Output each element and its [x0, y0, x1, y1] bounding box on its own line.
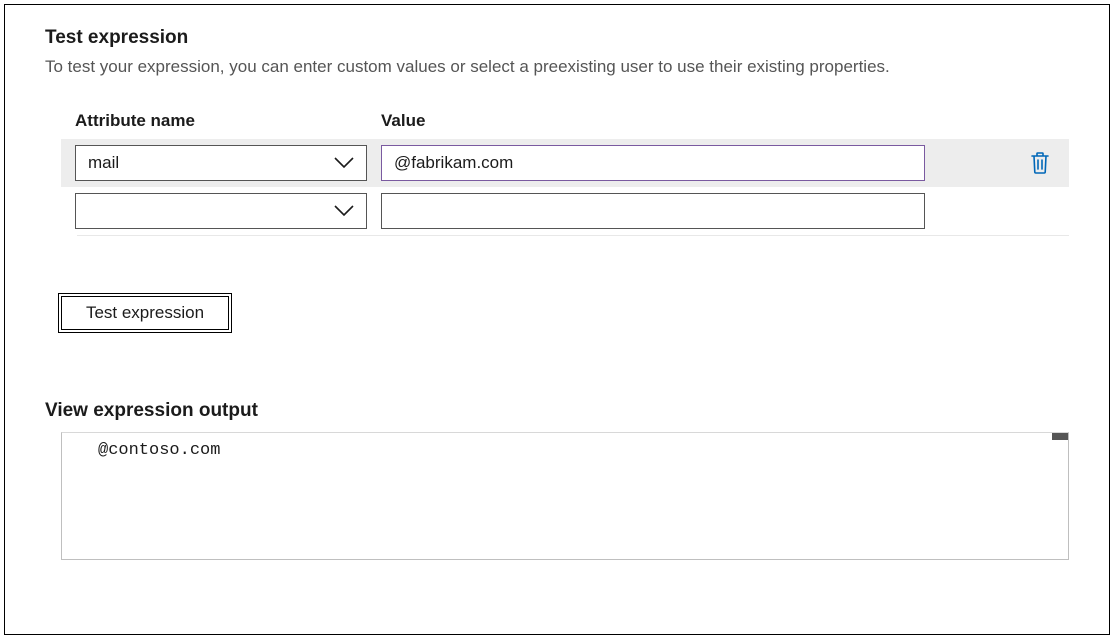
column-header-value: Value [381, 111, 425, 131]
table-header-row: Attribute name Value [61, 111, 1069, 139]
row-actions [925, 151, 1059, 175]
table-row: mail [61, 139, 1069, 187]
column-header-attribute: Attribute name [75, 111, 381, 131]
dropdown-selected-value: mail [88, 153, 334, 173]
value-input[interactable] [381, 193, 925, 229]
value-input[interactable] [381, 145, 925, 181]
output-value: @contoso.com [98, 441, 220, 460]
trash-icon[interactable] [1029, 151, 1051, 175]
output-section-title: View expression output [45, 400, 1069, 422]
table-row [61, 187, 1069, 235]
scrollbar-thumb[interactable] [1052, 433, 1068, 440]
attribute-dropdown[interactable] [75, 193, 367, 229]
row-divider [77, 235, 1069, 236]
chevron-down-icon [334, 157, 354, 169]
attribute-dropdown[interactable]: mail [75, 145, 367, 181]
test-expression-button[interactable]: Test expression [61, 296, 229, 330]
expression-output[interactable]: @contoso.com [61, 432, 1069, 560]
attribute-table: Attribute name Value mail [61, 111, 1069, 236]
test-expression-panel: Test expression To test your expression,… [4, 4, 1110, 635]
chevron-down-icon [334, 205, 354, 217]
section-title: Test expression [45, 27, 1069, 49]
section-description: To test your expression, you can enter c… [45, 57, 1069, 77]
